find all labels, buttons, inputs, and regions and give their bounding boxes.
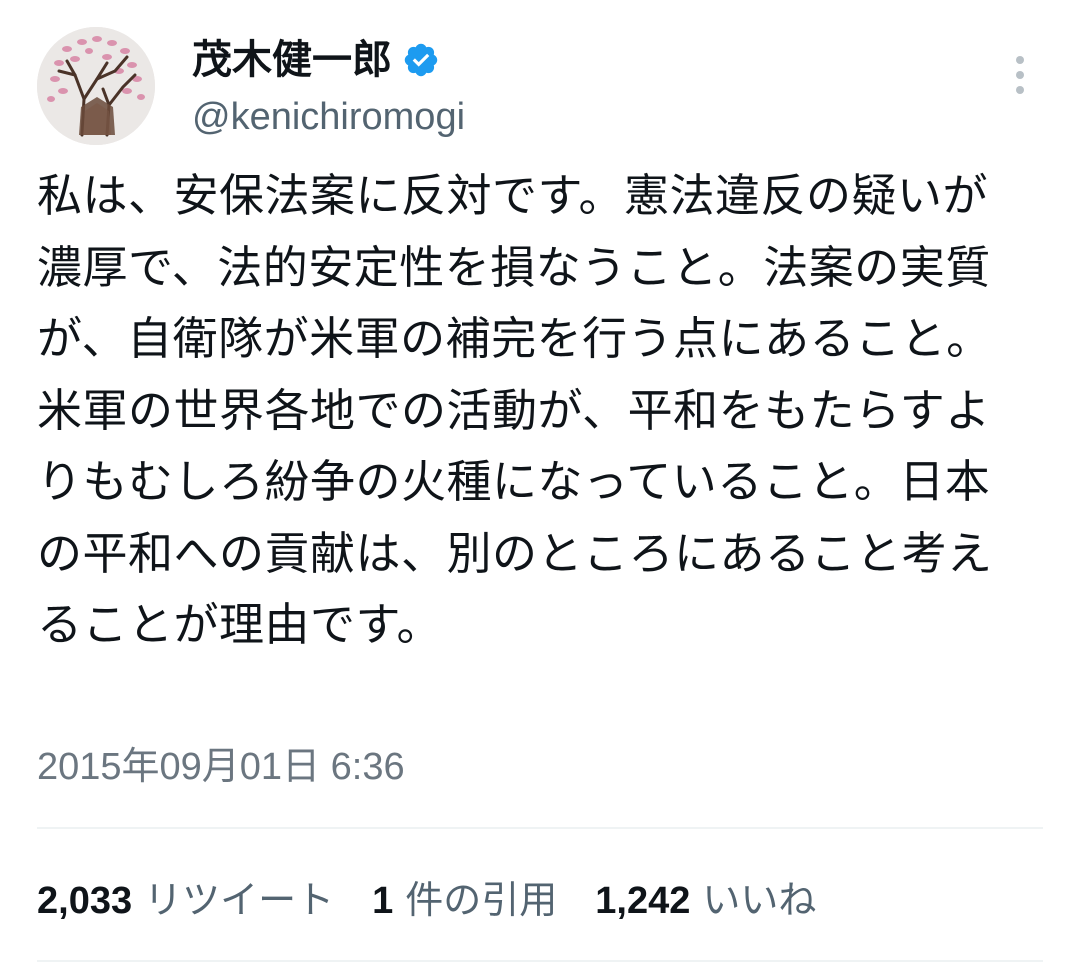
quotes-stat[interactable]: 1 件の引用: [372, 870, 557, 931]
retweet-label: リツイート: [144, 877, 335, 922]
avatar[interactable]: [37, 27, 155, 145]
quote-count: 1: [372, 879, 394, 922]
like-label: いいね: [702, 877, 817, 922]
likes-stat[interactable]: 1,242 いいね: [595, 870, 816, 931]
tree-drawing-avatar-icon: [37, 27, 155, 145]
retweet-count: 2,033: [37, 879, 133, 922]
divider: [37, 960, 1043, 962]
user-handle[interactable]: @kenichiromogi: [192, 90, 465, 144]
retweets-stat[interactable]: 2,033 リツイート: [37, 870, 334, 931]
tweet-timestamp[interactable]: 2015年09月01日 6:36: [37, 740, 405, 794]
display-name-row: 茂木健一郎: [192, 30, 440, 90]
like-count: 1,242: [595, 879, 691, 922]
quote-label: 件の引用: [405, 877, 558, 922]
engagement-stats: 2,033 リツイート 1 件の引用 1,242 いいね: [37, 870, 854, 930]
divider: [37, 827, 1043, 829]
more-vertical-icon[interactable]: [1006, 54, 1034, 98]
verified-badge-icon: [402, 41, 440, 79]
tweet-text: 私は、安保法案に反対です。憲法違反の疑いが濃厚で、法的安定性を損なうこと。法案の…: [37, 169, 993, 651]
tweet-card: 茂木健一郎 @kenichiromogi 私は、安保法案に反対です。憲法違反の疑…: [0, 0, 1080, 965]
display-name[interactable]: 茂木健一郎: [192, 30, 392, 90]
